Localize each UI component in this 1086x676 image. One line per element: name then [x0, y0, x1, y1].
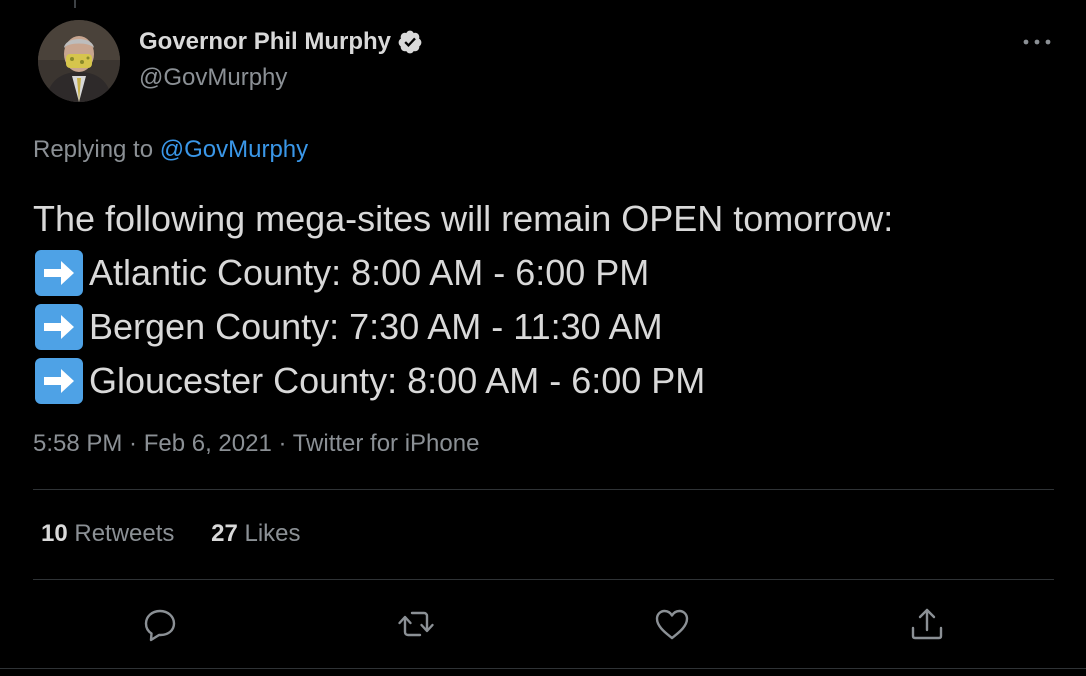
tweet-line-text: Gloucester County: 8:00 AM - 6:00 PM: [89, 360, 706, 401]
reply-mention-link[interactable]: @GovMurphy: [160, 136, 308, 163]
share-button[interactable]: [907, 604, 947, 644]
likes-count: 27: [211, 520, 238, 547]
author-display-name[interactable]: Governor Phil Murphy: [139, 28, 423, 56]
tweet-line: Gloucester County: 8:00 AM - 6:00 PM: [33, 354, 1063, 408]
tweet-line-text: Atlantic County: 8:00 AM - 6:00 PM: [89, 252, 650, 293]
retweet-icon: [398, 611, 434, 637]
like-icon: [655, 609, 689, 640]
reply-icon: [144, 609, 176, 642]
display-name-text[interactable]: Governor Phil Murphy: [139, 28, 391, 56]
likes-stat[interactable]: 27 Likes: [211, 520, 300, 548]
author-handle[interactable]: @GovMurphy: [139, 64, 287, 92]
right-arrow-emoji-icon: [35, 304, 83, 350]
right-arrow-emoji-icon: [35, 250, 83, 296]
tweet-line: Atlantic County: 8:00 AM - 6:00 PM: [33, 246, 1063, 300]
tweet-line-text: The following mega-sites will remain OPE…: [33, 198, 894, 239]
engagement-stats: 10 Retweets 27 Likes: [41, 520, 331, 548]
right-arrow-emoji-icon: [35, 358, 83, 404]
bottom-border: [0, 668, 1086, 669]
tweet-line: Bergen County: 7:30 AM - 11:30 AM: [33, 300, 1063, 354]
divider: [33, 489, 1054, 490]
thread-connector-line: [74, 0, 76, 8]
tweet-line-text: Bergen County: 7:30 AM - 11:30 AM: [89, 306, 663, 347]
likes-label: Likes: [244, 520, 301, 547]
verified-badge-icon: [398, 30, 422, 54]
like-button[interactable]: [652, 604, 692, 644]
retweet-button[interactable]: [396, 604, 436, 644]
share-icon: [911, 608, 943, 640]
tweet-timestamp-source[interactable]: 5:58 PM · Feb 6, 2021 · Twitter for iPho…: [33, 430, 479, 458]
replying-prefix: Replying to: [33, 136, 154, 163]
avatar[interactable]: [38, 20, 120, 102]
reply-button[interactable]: [140, 604, 180, 644]
more-options-icon[interactable]: [1019, 34, 1055, 50]
retweets-label: Retweets: [74, 520, 175, 547]
retweets-stat[interactable]: 10 Retweets: [41, 520, 174, 548]
tweet-text: The following mega-sites will remain OPE…: [33, 192, 1063, 408]
tweet-line: The following mega-sites will remain OPE…: [33, 192, 1063, 246]
divider: [33, 579, 1054, 580]
retweets-count: 10: [41, 520, 68, 547]
replying-to-line: Replying to @GovMurphy: [33, 136, 308, 164]
